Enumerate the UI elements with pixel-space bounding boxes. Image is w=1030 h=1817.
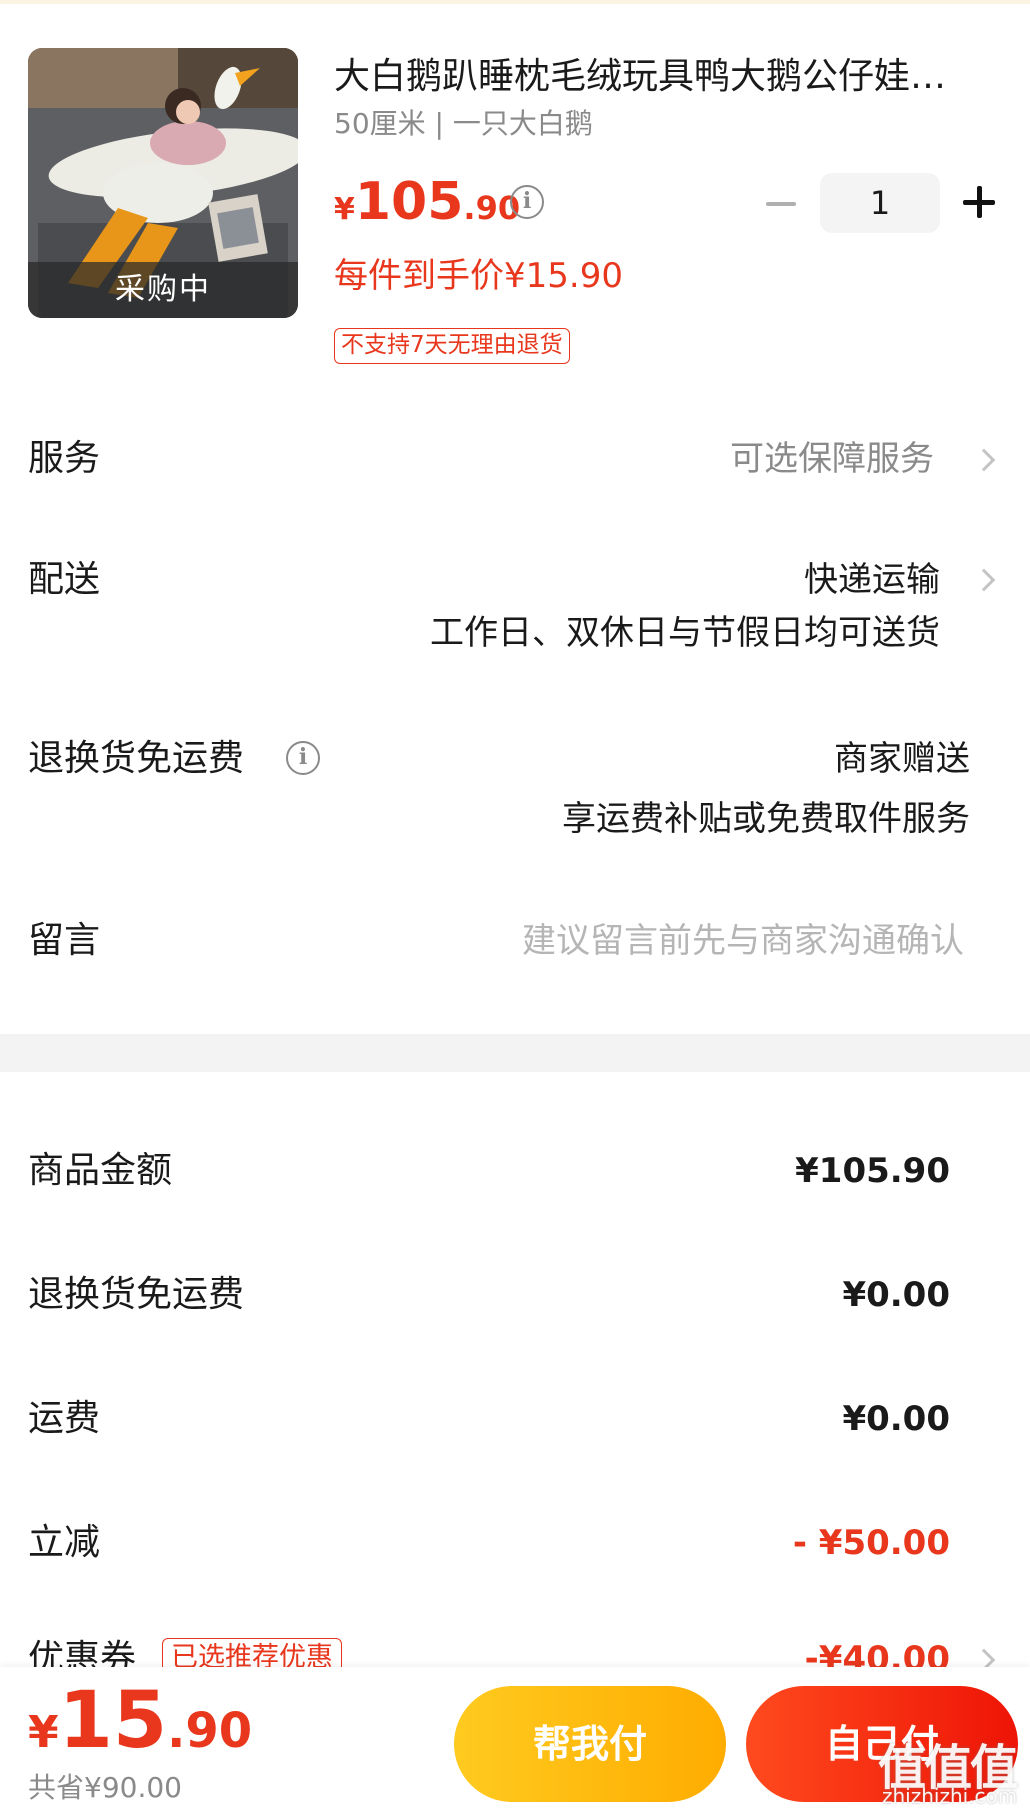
delivery-value[interactable]: 快递运输 [804, 555, 940, 605]
hand-price: 每件到手价¥15.90 [334, 256, 623, 296]
plus-icon[interactable] [960, 183, 1000, 223]
info-icon[interactable]: i [286, 741, 320, 775]
delivery-subtext: 工作日、双休日与节假日均可送货 [430, 613, 940, 653]
total-saved: 共省¥90.00 [28, 1771, 182, 1804]
minus-icon[interactable] [762, 185, 802, 221]
return-shipping-value: 商家赠送 [834, 739, 970, 779]
goods-amount-label: 商品金额 [28, 1150, 173, 1191]
chevron-right-icon[interactable] [972, 448, 996, 472]
service-label: 服务 [28, 438, 101, 479]
instant-discount-label: 立减 [28, 1522, 101, 1563]
product-title[interactable]: 大白鹅趴睡枕毛绒玩具鸭大鹅公仔娃… [334, 52, 1004, 102]
service-value[interactable]: 可选保障服务 [730, 434, 934, 484]
message-label: 留言 [28, 920, 101, 961]
delivery-label: 配送 [28, 559, 101, 600]
instant-discount-value: - ¥50.00 [792, 1523, 950, 1563]
purchase-status-overlay: 采购中 [28, 262, 298, 318]
shipping-fee-label: 运费 [28, 1398, 101, 1439]
return-shipping-subtext: 享运费补贴或免费取件服务 [562, 799, 970, 839]
shipping-fee-value: ¥0.00 [842, 1399, 950, 1439]
product-thumbnail[interactable]: 采购中 [28, 48, 298, 318]
message-input[interactable]: 建议留言前先与商家沟通确认 [522, 916, 964, 966]
price-currency: ¥ [334, 192, 355, 227]
info-icon[interactable]: i [510, 185, 544, 219]
return-shipping-fee-value: ¥0.00 [842, 1275, 950, 1315]
quantity-value[interactable]: 1 [820, 173, 940, 233]
goods-amount-value: ¥105.90 [795, 1151, 950, 1191]
price-integer: 105 [354, 172, 464, 232]
product-sku[interactable]: 50厘米 | 一只大白鹅 [334, 104, 593, 144]
total-integer: 15 [58, 1676, 168, 1766]
help-pay-button[interactable]: 帮我付 [454, 1686, 726, 1802]
total-currency: ¥ [28, 1707, 59, 1758]
return-shipping-fee-label: 退换货免运费 [28, 1274, 245, 1315]
section-divider [0, 1034, 1030, 1072]
top-edge [0, 0, 1030, 4]
return-policy-tag: 不支持7天无理由退货 [334, 328, 570, 364]
total-decimal: .90 [167, 1703, 253, 1759]
unit-price: ¥105.90 [334, 172, 520, 244]
return-shipping-label: 退换货免运费 [28, 738, 245, 779]
self-pay-button[interactable]: 自己付 [746, 1686, 1018, 1802]
chevron-right-icon[interactable] [972, 568, 996, 592]
